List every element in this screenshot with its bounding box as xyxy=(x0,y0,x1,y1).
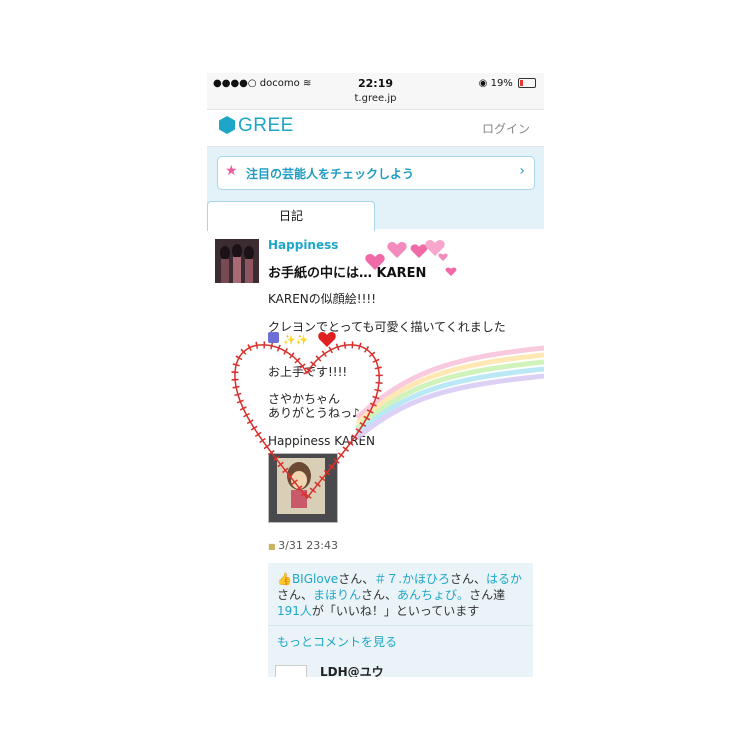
hexagon-logo-icon xyxy=(219,116,235,134)
likes-summary: 👍BIGloveさん、＃７.かほひろさん、はるかさん、まほりんさん、あんちょび。… xyxy=(277,571,527,619)
login-link[interactable]: ログイン xyxy=(482,120,530,137)
likes-sep: さん、 xyxy=(450,572,487,586)
post-author[interactable]: Happiness xyxy=(268,238,338,252)
likes-sep: が「いいね！」といっています xyxy=(311,604,480,618)
post-line: クレヨンでとっても可愛く描いてくれました xyxy=(268,320,506,334)
battery-percent: 19% xyxy=(490,78,513,89)
featured-celebrities-banner[interactable]: ★ 注目の芸能人をチェックしよう › xyxy=(217,156,535,190)
post-photo[interactable] xyxy=(268,453,338,523)
tab-diary[interactable]: 日記 xyxy=(207,201,375,231)
likes-sep: さん、 xyxy=(277,588,314,602)
gree-logo[interactable]: GREE xyxy=(219,115,294,137)
site-header: GREE ログイン xyxy=(207,110,544,147)
status-bar: ●●●●○ docomo ≋ 22:19 ◉ 19% t.gree.jp xyxy=(207,73,544,110)
lock-rotation-icon: ◉ xyxy=(478,78,488,89)
liker-link[interactable]: あんちょび。 xyxy=(397,588,469,602)
liker-link[interactable]: ＃７.かほひろ xyxy=(374,572,450,586)
liker-link[interactable]: まほりん xyxy=(313,588,361,602)
post-date: 3/31 23:43 xyxy=(268,539,338,552)
avatar[interactable] xyxy=(215,239,259,283)
post-line: Happiness KAREN xyxy=(268,434,376,448)
rainbow-sticker xyxy=(355,345,544,440)
liker-link[interactable]: BIGlove xyxy=(292,572,338,586)
post-line: KARENの似顔絵!!!! xyxy=(268,292,377,306)
more-comments-link[interactable]: もっとコメントを見る xyxy=(268,625,533,658)
avatar-photo xyxy=(215,239,259,283)
logo-text: GREE xyxy=(238,115,294,136)
commenter-name[interactable]: LDH@ユウ xyxy=(320,663,384,677)
likes-sep: さん達 xyxy=(469,588,506,602)
post-line: ありがとうねっ♪ xyxy=(268,406,360,420)
likes-box: 👍BIGloveさん、＃７.かほひろさん、はるかさん、まほりんさん、あんちょび。… xyxy=(268,563,533,677)
chevron-right-icon: › xyxy=(519,163,525,179)
post-title: お手紙の中には… KAREN xyxy=(268,266,427,281)
thumbs-up-icon: 👍 xyxy=(277,572,292,586)
star-icon: ★ xyxy=(225,163,238,179)
liker-link[interactable]: はるか xyxy=(486,572,522,586)
likes-sep: さん、 xyxy=(338,572,375,586)
post-line: お上手です!!!! xyxy=(268,365,348,379)
crayon-drawing-image xyxy=(269,454,337,522)
banner-text: 注目の芸能人をチェックしよう xyxy=(246,167,415,181)
address-bar[interactable]: t.gree.jp xyxy=(207,93,544,104)
battery-icon xyxy=(518,78,536,88)
battery-indicator: ◉ 19% xyxy=(479,78,536,89)
svg-text:✨✨: ✨✨ xyxy=(283,334,308,346)
likes-count-link[interactable]: 191人 xyxy=(277,604,312,618)
likes-sep: さん、 xyxy=(361,588,398,602)
commenter-avatar[interactable] xyxy=(275,665,307,677)
phone-screen: ●●●●○ docomo ≋ 22:19 ◉ 19% t.gree.jp GRE… xyxy=(207,73,544,677)
